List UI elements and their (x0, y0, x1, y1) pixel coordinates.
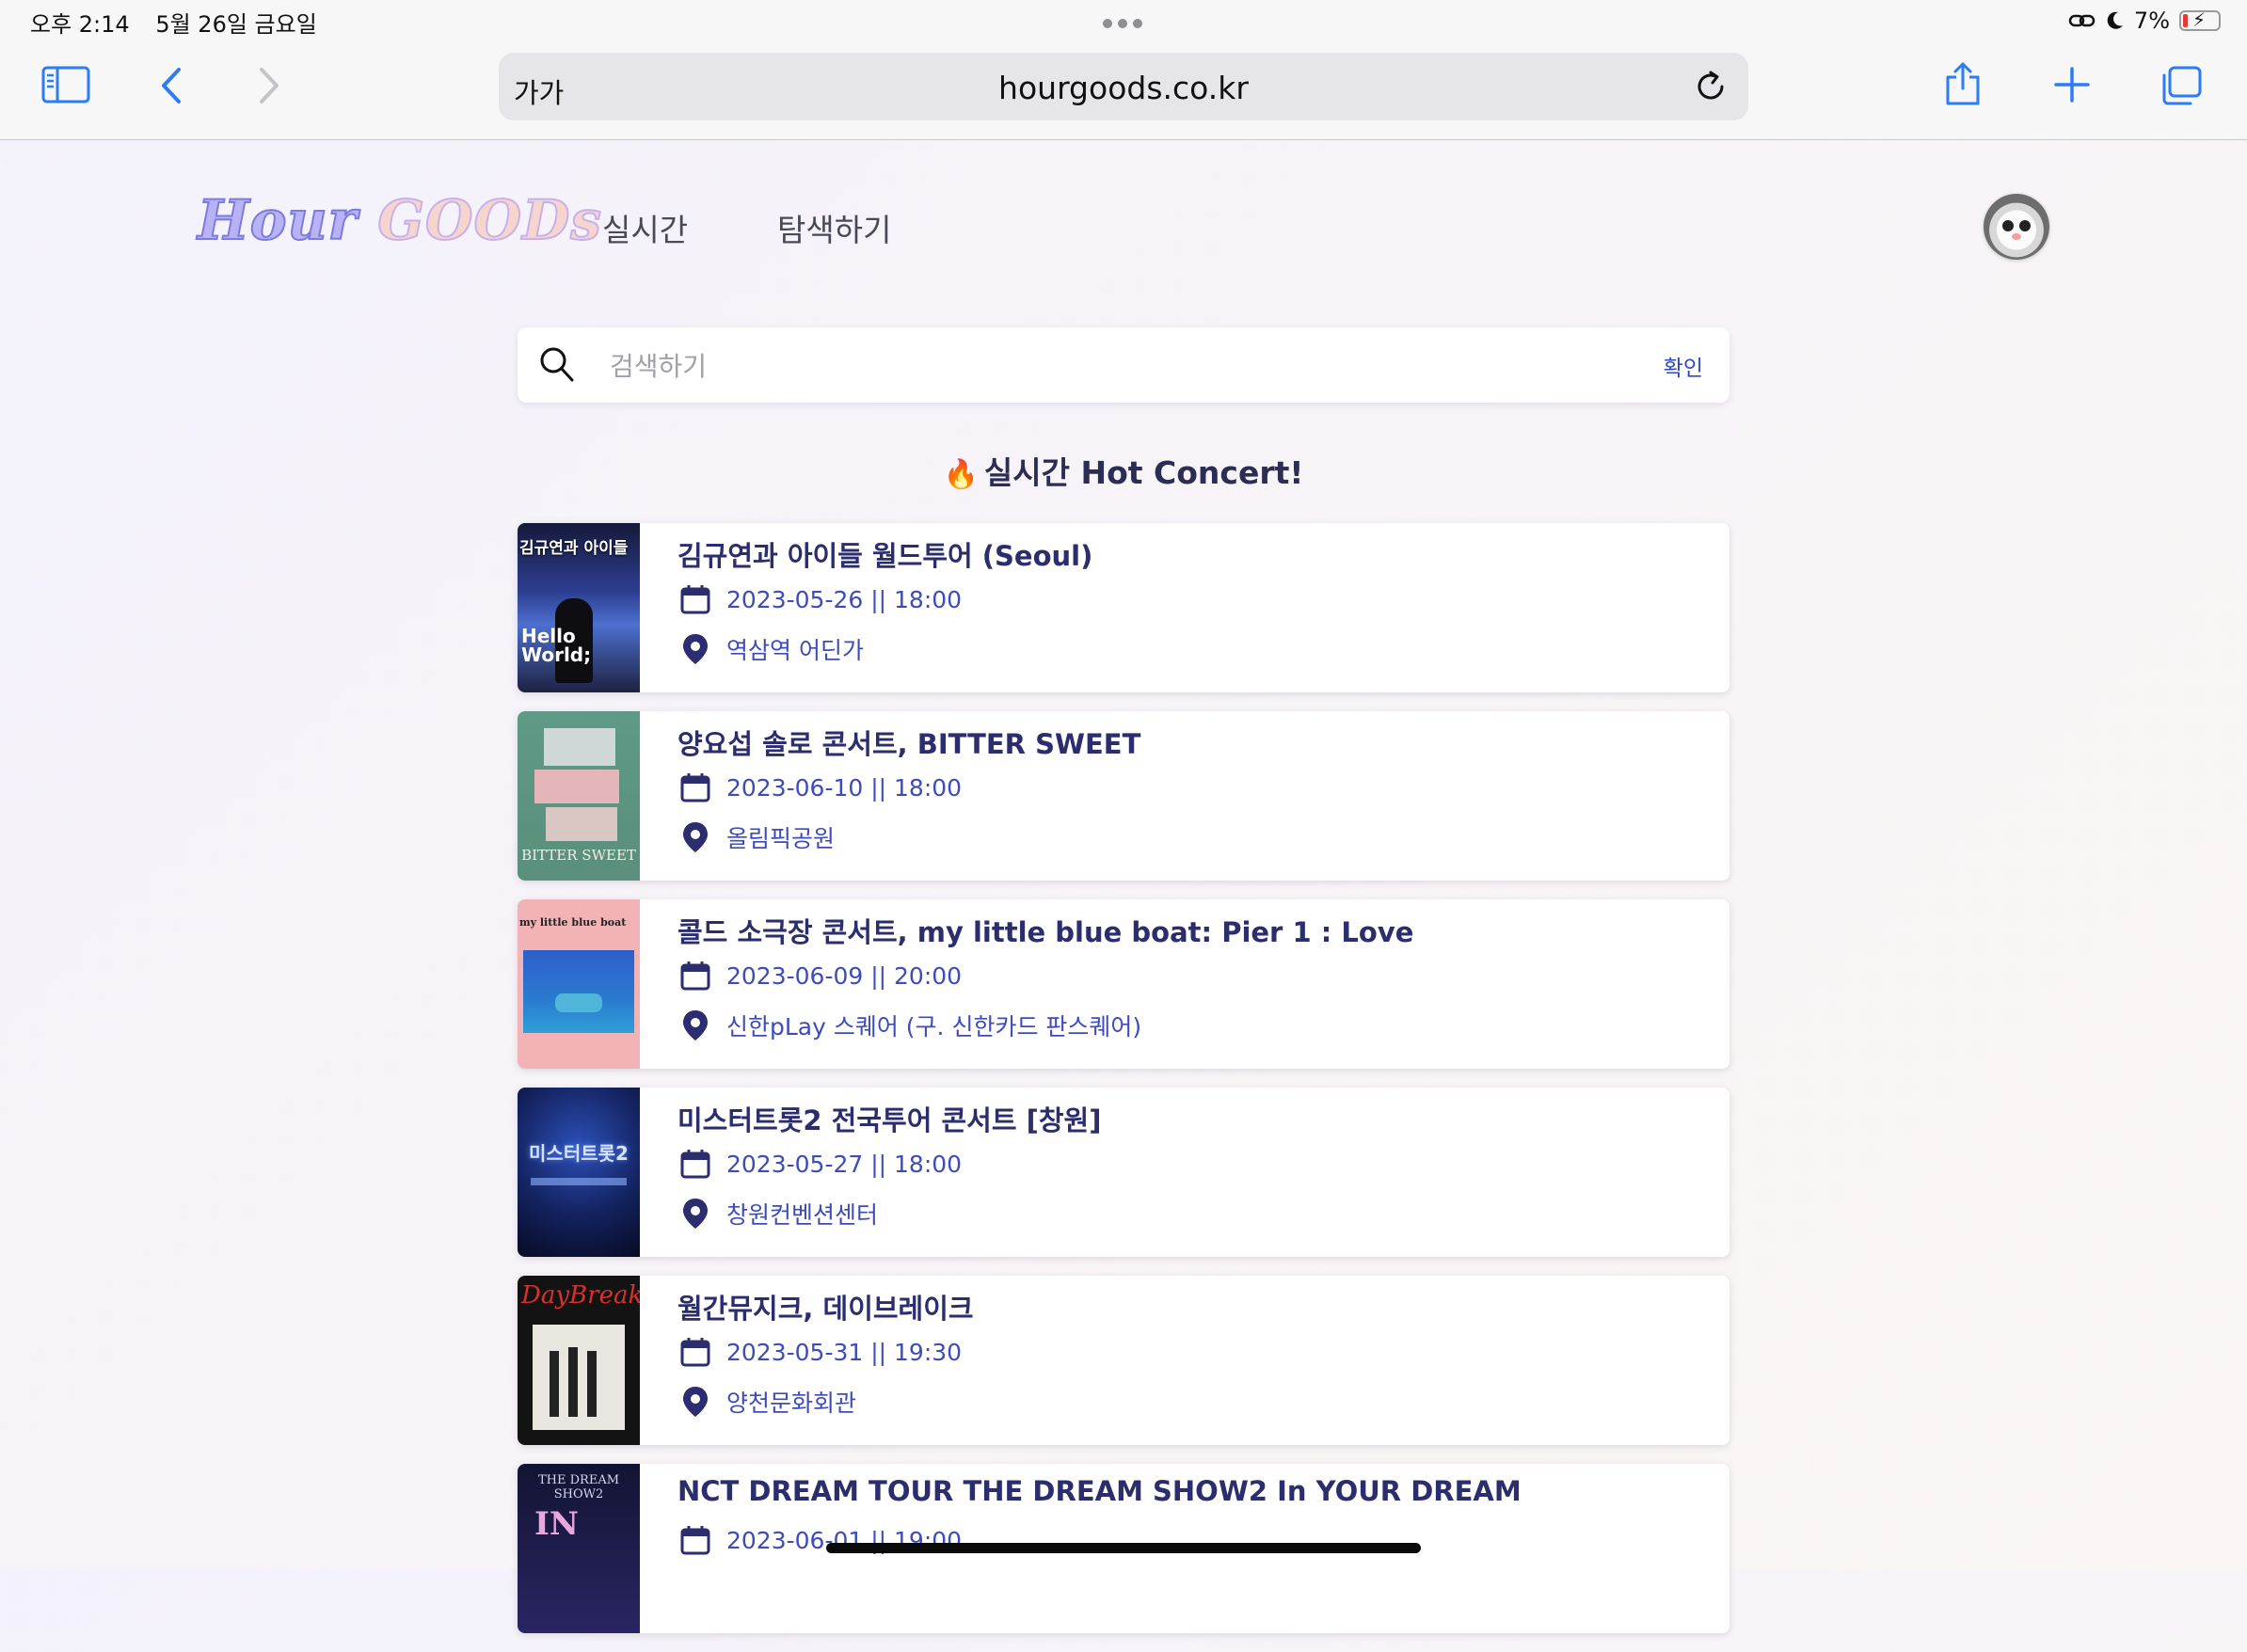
share-icon[interactable] (1942, 58, 1984, 107)
location-pin-icon (683, 1387, 708, 1417)
calendar-icon (680, 585, 710, 614)
concert-date-row: 2023-05-31 || 19:30 (679, 1336, 962, 1368)
search-icon[interactable] (538, 344, 576, 388)
status-bar: 오후 2:14 5월 26일 금요일 7% ⚡ (0, 0, 2247, 43)
user-avatar[interactable] (1984, 194, 2049, 260)
concert-title[interactable]: 김규연과 아이들 월드투어 (Seoul) (677, 534, 1092, 574)
concert-date-row: 2023-05-26 || 18:00 (679, 583, 962, 615)
poster-caption: 김규연과 아이들 (519, 539, 629, 558)
battery-icon: ⚡ (2179, 8, 2221, 31)
new-tab-icon[interactable] (2053, 66, 2091, 103)
location-pin-icon (683, 1010, 708, 1040)
address-bar[interactable]: 가가 hourgoods.co.kr (499, 53, 1748, 120)
calendar-icon (680, 1338, 710, 1367)
location-pin-icon (683, 634, 708, 664)
concert-date-row: 2023-06-10 || 18:00 (679, 771, 962, 803)
concert-card[interactable]: BITTER SWEET 양요섭 솔로 콘서트, BITTER SWEET 20… (518, 711, 1729, 881)
concert-place-row: 역삼역 어딘가 (679, 632, 864, 666)
poster-caption: THE DREAM SHOW2 (537, 1473, 620, 1501)
home-indicator[interactable] (826, 1543, 1421, 1553)
nav-realtime[interactable]: 실시간 (602, 205, 688, 250)
concert-title[interactable]: 양요섭 솔로 콘서트, BITTER SWEET (677, 723, 1140, 762)
concert-place-row: 양천문화회관 (679, 1385, 856, 1419)
concert-datetime: 2023-05-31 || 19:30 (726, 1338, 963, 1366)
search-input[interactable] (608, 346, 1553, 386)
concert-date-row: 2023-06-09 || 20:00 (679, 960, 962, 992)
concert-place: 양천문화회관 (726, 1390, 857, 1417)
forward-icon[interactable] (256, 66, 282, 105)
status-date: 5월 26일 금요일 (155, 11, 317, 38)
calendar-icon (680, 961, 710, 991)
concert-datetime: 2023-05-27 || 18:00 (726, 1150, 963, 1178)
status-left: 오후 2:14 5월 26일 금요일 (30, 6, 336, 39)
fire-icon: 🔥 (943, 458, 979, 491)
concert-place: 올림픽공원 (726, 825, 836, 852)
concert-card[interactable]: 김규연과 아이들 Hello World; 김규연과 아이들 월드투어 (Seou… (518, 523, 1729, 692)
browser-toolbar: 가가 hourgoods.co.kr (0, 43, 2247, 140)
concert-place-row: 올림픽공원 (679, 820, 835, 854)
back-icon[interactable] (158, 66, 184, 105)
search-bar: 확인 (518, 327, 1729, 403)
tabs-overview-icon[interactable] (2159, 64, 2204, 107)
concert-card[interactable]: my little blue boat 콜드 소극장 콘서트, my littl… (518, 899, 1729, 1069)
location-pin-icon (683, 1199, 708, 1229)
link-icon (2068, 14, 2096, 27)
concert-title[interactable]: NCT DREAM TOUR THE DREAM SHOW2 In YOUR D… (677, 1475, 1522, 1507)
poster-caption: 미스터트롯2 (529, 1142, 629, 1165)
calendar-icon (680, 773, 710, 802)
moon-icon (2107, 11, 2123, 29)
concert-card[interactable]: DayBreak 월간뮤지크, 데이브레이크 2023-05-31 || 19:… (518, 1276, 1729, 1445)
concert-datetime: 2023-06-09 || 20:00 (726, 961, 963, 990)
concert-title[interactable]: 콜드 소극장 콘서트, my little blue boat: Pier 1 … (677, 911, 1413, 950)
concert-date-row: 2023-05-27 || 18:00 (679, 1148, 962, 1180)
concert-place: 역삼역 어딘가 (726, 637, 864, 664)
poster-caption: BITTER SWEET (521, 847, 636, 864)
concert-place-row: 창원컨벤션센터 (679, 1197, 878, 1231)
concert-list: 김규연과 아이들 Hello World; 김규연과 아이들 월드투어 (Seou… (518, 523, 1729, 1652)
url-text[interactable]: hourgoods.co.kr (499, 70, 1748, 106)
poster-caption: DayBreak (521, 1281, 640, 1310)
site-logo[interactable]: Hour GOODs (197, 187, 602, 253)
concert-datetime: 2023-06-10 || 18:00 (726, 773, 963, 802)
concert-title[interactable]: 월간뮤지크, 데이브레이크 (677, 1287, 974, 1326)
concert-place-row: 신한pLay 스퀘어 (구. 신한카드 판스퀘어) (679, 1009, 1141, 1042)
status-time: 오후 2:14 (30, 11, 130, 38)
poster-caption: my little blue boat (519, 916, 627, 929)
concert-poster[interactable]: 미스터트롯2 (518, 1088, 640, 1257)
concert-poster[interactable]: THE DREAM SHOW2 IN (518, 1464, 640, 1633)
location-pin-icon (683, 822, 708, 852)
section-title: 🔥 실시간 Hot Concert! (518, 448, 1729, 493)
concert-poster[interactable]: BITTER SWEET (518, 711, 640, 881)
nav-explore[interactable]: 탐색하기 (777, 205, 891, 250)
battery-percent: 7% (2133, 8, 2170, 34)
concert-title[interactable]: 미스터트롯2 전국투어 콘서트 [창원] (677, 1099, 1102, 1138)
calendar-icon (680, 1150, 710, 1179)
concert-place: 신한pLay 스퀘어 (구. 신한카드 판스퀘어) (726, 1013, 1142, 1040)
status-right: 7% ⚡ (2068, 8, 2221, 34)
concert-poster[interactable]: my little blue boat (518, 899, 640, 1069)
section-title-text: 실시간 Hot Concert! (983, 454, 1304, 491)
concert-poster[interactable]: 김규연과 아이들 Hello World; (518, 523, 640, 692)
logo-word-hour: Hour (197, 187, 359, 253)
search-confirm-button[interactable]: 확인 (1664, 350, 1703, 382)
calendar-icon (680, 1526, 710, 1555)
multitasking-dots-icon[interactable] (1103, 19, 1142, 28)
concert-card[interactable]: 미스터트롯2 미스터트롯2 전국투어 콘서트 [창원] 2023-05-27 |… (518, 1088, 1729, 1257)
concert-place: 창원컨벤션센터 (726, 1201, 879, 1229)
logo-word-goods: GOODs (376, 187, 602, 253)
concert-poster[interactable]: DayBreak (518, 1276, 640, 1445)
sidebar-toggle-icon[interactable] (41, 66, 90, 103)
concert-datetime: 2023-05-26 || 18:00 (726, 585, 963, 613)
reload-icon[interactable] (1694, 70, 1728, 107)
